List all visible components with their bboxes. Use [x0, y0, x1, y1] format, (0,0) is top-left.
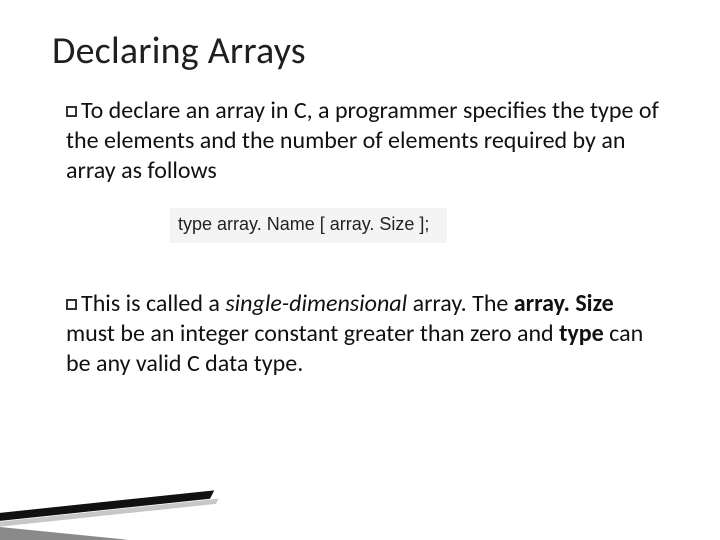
bullet-2-bold1: array. Size [514, 289, 614, 318]
bullet-2-t1: is called a [120, 289, 225, 318]
accent-triangle [0, 526, 230, 540]
bullet-2-lead: This [81, 289, 120, 318]
code-snippet: type array. Name [ array. Size ]; [170, 208, 447, 243]
accent-slit [10, 534, 190, 540]
accent-bar-dark [0, 490, 214, 524]
bullet-marker-icon [66, 299, 77, 310]
bullet-2: This is called a single-dimensional arra… [66, 289, 668, 379]
accent-bar-gray [0, 499, 219, 530]
slide-title: Declaring Arrays [52, 28, 668, 74]
bullet-1-text: declare an array in C, a programmer spec… [66, 96, 659, 185]
bullet-2-t2: array. The [407, 289, 514, 318]
slide: Declaring Arrays To declare an array in … [0, 0, 720, 540]
corner-accent [0, 496, 240, 540]
bullet-2-t3: must be an integer constant greater than… [66, 319, 559, 348]
bullet-2-bold2: type [559, 319, 604, 348]
bullet-marker-icon [66, 106, 77, 117]
bullet-2-italic: single-dimensional [225, 289, 407, 318]
bullet-1: To declare an array in C, a programmer s… [66, 96, 668, 186]
bullet-1-lead: To [81, 96, 103, 125]
